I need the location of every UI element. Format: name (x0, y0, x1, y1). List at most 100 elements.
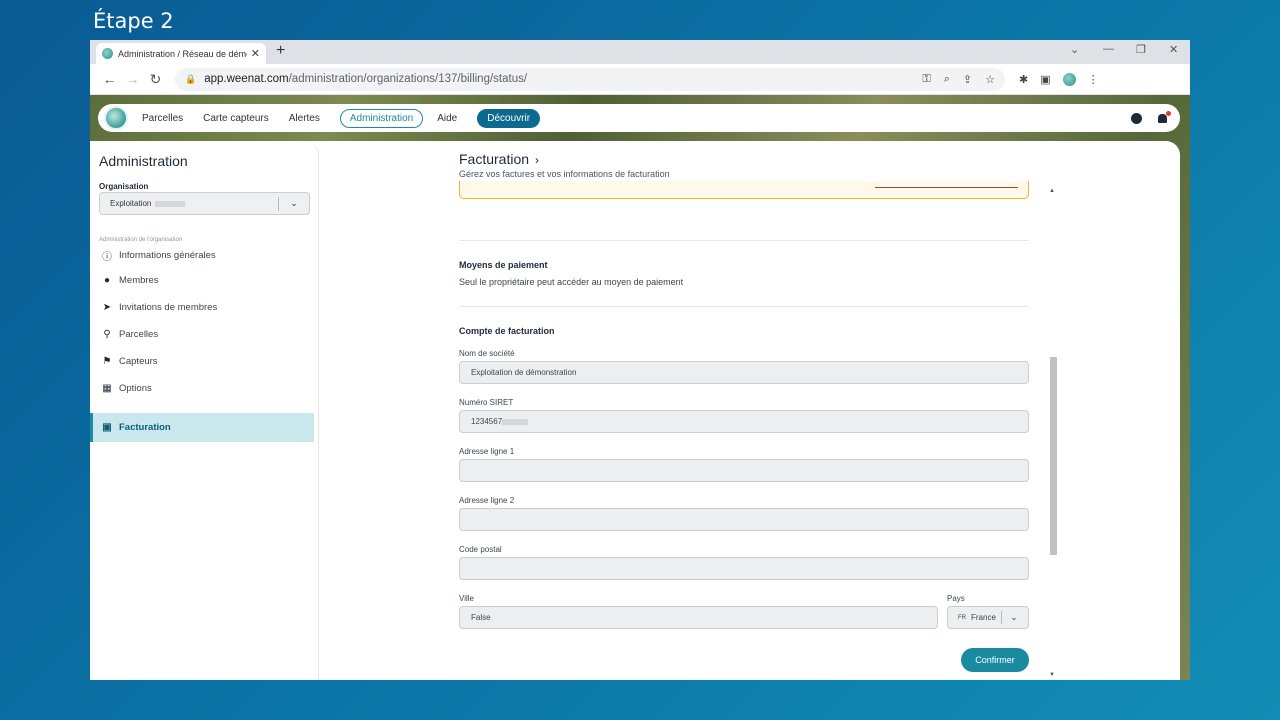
sidebar-item-label: Invitations de membres (119, 302, 218, 313)
city-value: False (471, 613, 491, 622)
page-header: Facturation › Gérez vos factures et vos i… (459, 151, 670, 179)
divider (459, 240, 1029, 241)
bookmark-star-icon[interactable]: ☆ (985, 73, 995, 86)
share-icon[interactable]: ⇪ (963, 73, 972, 86)
country-label: Pays (947, 594, 965, 603)
tab-title: Administration / Réseau de démo (118, 48, 247, 59)
company-name-field[interactable]: Exploitation de démonstration (459, 361, 1029, 384)
nav-parcelles[interactable]: Parcelles (142, 113, 183, 124)
sidebar-item-capteurs[interactable]: ⚑ Capteurs (102, 356, 158, 367)
billing-icon: ▣ (102, 422, 112, 433)
scrollbar-thumb[interactable] (1050, 357, 1057, 555)
extensions-icon[interactable]: ✱ (1019, 73, 1028, 86)
send-icon: ➤ (102, 302, 112, 313)
warning-banner (459, 181, 1029, 199)
weenat-logo[interactable] (104, 106, 128, 130)
tab-search-icon[interactable]: ⌄ (1070, 43, 1079, 56)
page-subtitle: Gérez vos factures et vos informations d… (459, 169, 670, 179)
payment-section-title: Moyens de paiement (459, 260, 548, 270)
organisation-value: Exploitation (110, 199, 152, 208)
minimize-icon[interactable]: — (1103, 43, 1114, 55)
sidebar-item-label: Capteurs (119, 356, 158, 367)
app-area: Parcelles Carte capteurs Alertes Adminis… (90, 95, 1190, 680)
section-label: Administration de l'organisation (99, 237, 183, 243)
siret-value: 1234567 (471, 417, 503, 426)
url-path: /administration/organizations/137/billin… (288, 73, 528, 85)
forward-icon[interactable]: → (121, 71, 144, 87)
notification-bell-icon[interactable] (1158, 111, 1171, 123)
browser-window: Administration / Réseau de démo ✕ + ⌄ — … (90, 40, 1190, 680)
reload-icon[interactable]: ↻ (144, 71, 167, 88)
address-bar: ← → ↻ 🔒 app.weenat.com/administration/or… (90, 64, 1190, 95)
sidebar-item-parcelles[interactable]: ⚲ Parcelles (102, 329, 158, 340)
maximize-icon[interactable]: ❐ (1136, 43, 1146, 56)
sidebar-item-membres[interactable]: ● Membres (102, 275, 159, 286)
country-value: France (971, 613, 996, 622)
sidebar-item-invitations[interactable]: ➤ Invitations de membres (102, 302, 217, 313)
tab-close-icon[interactable]: ✕ (251, 47, 260, 60)
sidebar-item-label: Facturation (119, 422, 171, 433)
city-label: Ville (459, 594, 474, 603)
siret-field[interactable]: 1234567 (459, 410, 1029, 433)
nav-alertes[interactable]: Alertes (289, 113, 320, 124)
profile-avatar[interactable] (1062, 72, 1076, 86)
nav-administration[interactable]: Administration (339, 108, 424, 128)
key-icon[interactable]: ⚿ (922, 73, 930, 86)
sidebar-item-informations[interactable]: ⓘ Informations générales (102, 248, 216, 263)
plot-icon: ⚲ (103, 329, 111, 340)
grid-icon: ▦ (102, 383, 112, 394)
organisation-select[interactable]: Exploitation ⌄ (99, 192, 310, 215)
decouvrir-button[interactable]: Découvrir (477, 108, 541, 128)
nav-carte-capteurs[interactable]: Carte capteurs (203, 113, 269, 124)
sidebar-title: Administration (99, 153, 188, 169)
company-name-label: Nom de société (459, 349, 515, 358)
close-window-icon[interactable]: ✕ (1169, 43, 1178, 56)
account-icon[interactable] (1131, 112, 1142, 124)
sidebar-item-label: Parcelles (119, 329, 159, 340)
chevron-right-icon[interactable]: › (535, 153, 539, 167)
lock-icon: 🔒 (185, 73, 197, 84)
address-line-2-field[interactable] (459, 508, 1029, 531)
zoom-icon[interactable]: ⌕ (944, 73, 950, 86)
divider (459, 306, 1029, 307)
postal-code-field[interactable] (459, 557, 1029, 580)
warning-link-underline[interactable] (875, 187, 1018, 188)
chevron-down-icon[interactable]: ⌄ (279, 198, 309, 209)
address-line-1-label: Adresse ligne 1 (459, 447, 515, 456)
info-icon: ⓘ (102, 252, 112, 263)
blurred-text (502, 418, 529, 425)
new-tab-icon[interactable]: + (276, 42, 285, 60)
postal-code-label: Code postal (459, 545, 502, 554)
confirm-button[interactable]: Confirmer (961, 648, 1029, 672)
city-field[interactable]: False (459, 606, 938, 629)
page-title: Facturation (459, 151, 530, 167)
organisation-label: Organisation (99, 182, 149, 191)
country-select[interactable]: FR France ⌄ (947, 606, 1029, 629)
chevron-down-icon[interactable]: ⌄ (1002, 612, 1026, 623)
sensor-icon: ⚑ (102, 356, 112, 367)
sidebar-item-options[interactable]: ▦ Options (102, 383, 151, 394)
scroll-down-arrow-icon[interactable]: ▼ (1049, 672, 1055, 678)
person-icon: ● (103, 275, 111, 286)
side-panel-icon[interactable]: ▣ (1040, 73, 1050, 86)
url-host: app.weenat.com (204, 73, 289, 85)
payment-info-text: Seul le propriétaire peut accéder au moy… (459, 277, 684, 287)
billing-section-title: Compte de facturation (459, 326, 555, 336)
nav-aide[interactable]: Aide (437, 113, 457, 124)
address-line-2-label: Adresse ligne 2 (459, 496, 515, 505)
back-icon[interactable]: ← (98, 71, 121, 87)
tab-strip: Administration / Réseau de démo ✕ + ⌄ — … (90, 40, 1190, 64)
sidebar-item-label: Informations générales (119, 250, 216, 261)
url-field[interactable]: 🔒 app.weenat.com/administration/organiza… (175, 67, 1005, 91)
browser-menu-icon[interactable]: ⋮ (1088, 73, 1099, 86)
sidebar-item-facturation[interactable]: ▣ Facturation (90, 413, 314, 442)
sidebar-item-label: Membres (119, 275, 159, 286)
top-navigation: Parcelles Carte capteurs Alertes Adminis… (98, 104, 1180, 132)
address-line-1-field[interactable] (459, 459, 1029, 482)
siret-label: Numéro SIRET (459, 398, 514, 407)
browser-tab[interactable]: Administration / Réseau de démo ✕ (96, 43, 266, 64)
scroll-up-arrow-icon[interactable]: ▲ (1049, 188, 1055, 194)
company-name-value: Exploitation de démonstration (471, 368, 577, 377)
country-code: FR (958, 614, 966, 621)
blurred-text (155, 200, 186, 207)
